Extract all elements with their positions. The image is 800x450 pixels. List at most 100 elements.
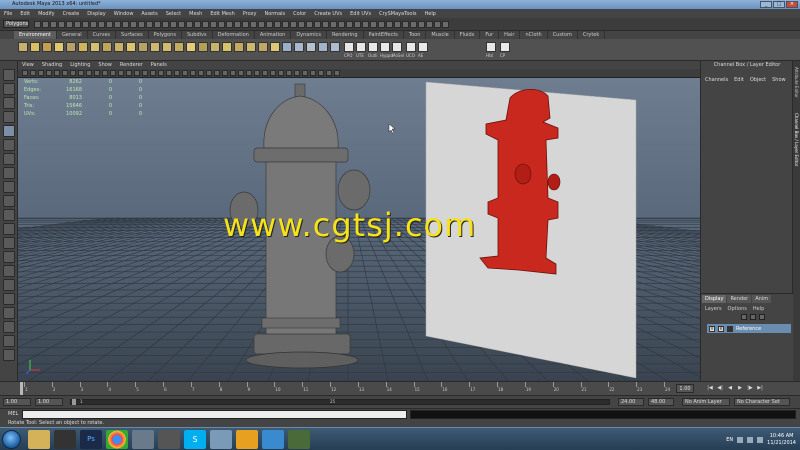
flag-icon[interactable] bbox=[757, 436, 764, 443]
shelf-script-icon[interactable] bbox=[406, 42, 416, 52]
viewport-tool-icon[interactable] bbox=[62, 70, 68, 76]
layer-tab-anim[interactable]: Anim bbox=[752, 295, 772, 303]
character-set-select[interactable]: No Character Set bbox=[734, 398, 790, 406]
status-tool-icon[interactable] bbox=[330, 21, 337, 28]
shelf-tab-curves[interactable]: Curves bbox=[88, 31, 117, 39]
shelf-tool-icon[interactable] bbox=[222, 42, 232, 52]
start-time-field[interactable]: 1.00 bbox=[3, 398, 31, 406]
viewport-menu-view[interactable]: View bbox=[22, 61, 34, 69]
maximize-button[interactable]: □ bbox=[773, 1, 785, 8]
menu-mesh[interactable]: Mesh bbox=[189, 11, 202, 17]
viewport-tool-icon[interactable] bbox=[334, 70, 340, 76]
shelf-tab-rendering[interactable]: Rendering bbox=[327, 31, 364, 39]
menu-display[interactable]: Display bbox=[87, 11, 105, 17]
shelf-script-icon[interactable] bbox=[392, 42, 402, 52]
status-tool-icon[interactable] bbox=[202, 21, 209, 28]
close-button[interactable]: × bbox=[786, 1, 798, 8]
range-slider-track[interactable] bbox=[70, 399, 610, 405]
status-tool-icon[interactable] bbox=[410, 21, 417, 28]
menu-edit-uvs[interactable]: Edit UVs bbox=[350, 11, 371, 17]
viewport-tool-icon[interactable] bbox=[30, 70, 36, 76]
viewport-tool-icon[interactable] bbox=[134, 70, 140, 76]
status-tool-icon[interactable] bbox=[146, 21, 153, 28]
status-tool-icon[interactable] bbox=[418, 21, 425, 28]
status-tool-icon[interactable] bbox=[50, 21, 57, 28]
viewport-tool-icon[interactable] bbox=[318, 70, 324, 76]
menu-create-uvs[interactable]: Create UVs bbox=[314, 11, 342, 17]
viewport-menu-renderer[interactable]: Renderer bbox=[120, 61, 143, 69]
layout-panel-icon[interactable] bbox=[3, 293, 15, 305]
clock[interactable]: 10:46 AM 11/21/2014 bbox=[767, 433, 796, 447]
status-tool-icon[interactable] bbox=[122, 21, 129, 28]
shelf-tab-fur[interactable]: Fur bbox=[480, 31, 500, 39]
viewport-tool-icon[interactable] bbox=[46, 70, 52, 76]
go-to-start-icon[interactable]: |◀ bbox=[706, 384, 714, 393]
layout-extra-icon[interactable] bbox=[3, 335, 15, 347]
layer-options-icon[interactable] bbox=[759, 314, 765, 320]
menu-select[interactable]: Select bbox=[166, 11, 181, 17]
shelf-script-icon[interactable] bbox=[356, 42, 366, 52]
new-layer-icon[interactable] bbox=[741, 314, 747, 320]
shelf-tool-icon[interactable] bbox=[162, 42, 172, 52]
viewport-tool-icon[interactable] bbox=[310, 70, 316, 76]
viewport-tool-icon[interactable] bbox=[270, 70, 276, 76]
shelf-tool-icon[interactable] bbox=[210, 42, 220, 52]
viewport-tool-icon[interactable] bbox=[174, 70, 180, 76]
channel-menu-object[interactable]: Object bbox=[750, 77, 766, 83]
menu-modify[interactable]: Modify bbox=[38, 11, 55, 17]
viewport-tool-icon[interactable] bbox=[54, 70, 60, 76]
menu-help[interactable]: Help bbox=[424, 11, 435, 17]
status-tool-icon[interactable] bbox=[282, 21, 289, 28]
range-slider-handle[interactable] bbox=[72, 399, 76, 405]
viewport-menu-shading[interactable]: Shading bbox=[42, 61, 62, 69]
shelf-tool-icon[interactable] bbox=[78, 42, 88, 52]
shelf-tab-environment[interactable]: Environment bbox=[14, 31, 57, 39]
shelf-tab-subdivs[interactable]: Subdivs bbox=[182, 31, 213, 39]
status-tool-icon[interactable] bbox=[90, 21, 97, 28]
shelf-tool-icon[interactable] bbox=[234, 42, 244, 52]
explorer-app-icon[interactable] bbox=[28, 430, 50, 449]
viewport-tool-icon[interactable] bbox=[286, 70, 292, 76]
layout-custom-icon[interactable] bbox=[3, 279, 15, 291]
shelf-tool-icon[interactable] bbox=[258, 42, 268, 52]
shelf-tab-ncloth[interactable]: nCloth bbox=[520, 31, 548, 39]
status-tool-icon[interactable] bbox=[442, 21, 449, 28]
skype-app-icon[interactable]: S bbox=[184, 430, 206, 449]
viewport-tool-icon[interactable] bbox=[182, 70, 188, 76]
viewport-tool-icon[interactable] bbox=[262, 70, 268, 76]
status-tool-icon[interactable] bbox=[378, 21, 385, 28]
shelf-tool-icon[interactable] bbox=[66, 42, 76, 52]
layer-row-reference[interactable]: V R Reference bbox=[707, 324, 791, 333]
status-tool-icon[interactable] bbox=[106, 21, 113, 28]
shelf-tool-icon[interactable] bbox=[102, 42, 112, 52]
time-slider[interactable]: 1 2 3 4 5 6 7 8 9 10 11 12 13 14 15 16 17 18 19 20 21 22 23 24 … bbox=[0, 381, 800, 396]
playback-end-field[interactable]: 24.00 bbox=[618, 398, 644, 406]
menu-assets[interactable]: Assets bbox=[141, 11, 157, 17]
status-tool-icon[interactable] bbox=[186, 21, 193, 28]
shelf-tool-icon[interactable] bbox=[54, 42, 64, 52]
viewport-tool-icon[interactable] bbox=[86, 70, 92, 76]
window-app-icon[interactable] bbox=[210, 430, 232, 449]
menu-window[interactable]: Window bbox=[114, 11, 134, 17]
status-tool-icon[interactable] bbox=[242, 21, 249, 28]
shelf-tool-icon[interactable] bbox=[114, 42, 124, 52]
status-tool-icon[interactable] bbox=[114, 21, 121, 28]
status-tool-icon[interactable] bbox=[178, 21, 185, 28]
status-tool-icon[interactable] bbox=[74, 21, 81, 28]
photoshop-app-icon[interactable]: Ps bbox=[80, 430, 102, 449]
viewport-tool-icon[interactable] bbox=[78, 70, 84, 76]
current-frame-field[interactable]: 1.00 bbox=[676, 384, 694, 393]
shelf-tab-deformation[interactable]: Deformation bbox=[213, 31, 255, 39]
shelf-script-icon[interactable] bbox=[344, 42, 354, 52]
layout-graph-icon[interactable] bbox=[3, 251, 15, 263]
mode-select[interactable]: Polygons bbox=[3, 20, 29, 28]
viewport-tool-icon[interactable] bbox=[230, 70, 236, 76]
channel-menu-edit[interactable]: Edit bbox=[734, 77, 744, 83]
viewport-tool-icon[interactable] bbox=[150, 70, 156, 76]
status-tool-icon[interactable] bbox=[258, 21, 265, 28]
chrome-app-icon[interactable] bbox=[106, 430, 128, 449]
shelf-tool-icon[interactable] bbox=[30, 42, 40, 52]
layout-single-icon[interactable] bbox=[3, 195, 15, 207]
play-forward-icon[interactable]: ▶ bbox=[736, 384, 744, 393]
step-forward-icon[interactable]: |▶ bbox=[746, 384, 754, 393]
